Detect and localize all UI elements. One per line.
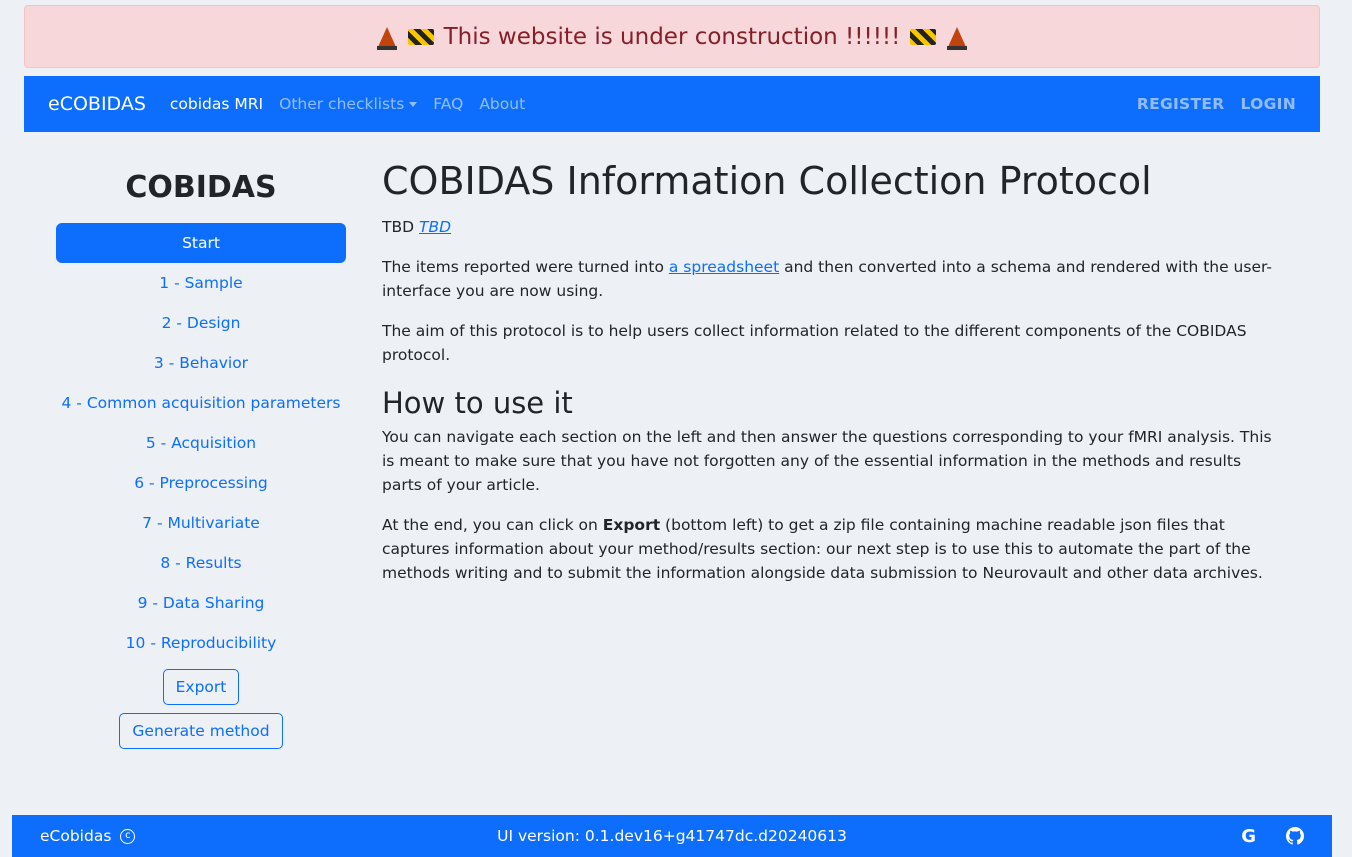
footer-brand-text: eCobidas [40,827,112,845]
nav-other-checklists-label: Other checklists [279,95,405,113]
google-icon[interactable]: G [1241,826,1256,847]
construction-banner: This website is under construction !!!!!… [24,5,1320,68]
chevron-down-icon [409,102,418,107]
navigate-paragraph: You can navigate each section on the lef… [382,428,1272,494]
nav-cobidas-mri[interactable]: cobidas MRI [170,95,263,113]
spreadsheet-link[interactable]: a spreadsheet [669,258,779,276]
main-content: COBIDAS Information Collection Protocol … [382,155,1282,601]
sidebar-item-reproducibility[interactable]: 10 - Reproducibility [56,623,346,663]
sidebar-item-design[interactable]: 2 - Design [56,303,346,343]
tbd-text: TBD [382,218,415,236]
ui-version: UI version: 0.1.dev16+g41747dc.d20240613 [497,827,847,845]
tbd-line: TBD TBD [382,215,1282,239]
top-navbar: eCOBIDAS cobidas MRI Other checklists FA… [24,76,1320,132]
sidebar-item-data-sharing[interactable]: 9 - Data Sharing [56,583,346,623]
footer: eCobidas c UI version: 0.1.dev16+g41747d… [12,815,1332,857]
brand-link[interactable]: eCOBIDAS [48,93,146,115]
sidebar-item-sample[interactable]: 1 - Sample [56,263,346,303]
construction-barrier-icon [910,28,937,45]
login-link[interactable]: LOGIN [1241,95,1296,113]
export-paragraph: At the end, you can click on Export (bot… [382,513,1282,585]
footer-brand: eCobidas c [40,827,136,845]
nav-other-checklists-dropdown[interactable]: Other checklists [279,95,418,113]
construction-barrier-icon [407,28,434,45]
sidebar-item-multivariate[interactable]: 7 - Multivariate [56,503,346,543]
aim-paragraph: The aim of this protocol is to help user… [382,322,1247,364]
sidebar-item-start[interactable]: Start [56,223,346,263]
intro-paragraph: The items reported were turned into a sp… [382,255,1282,303]
traffic-cone-icon [947,26,968,50]
export-button[interactable]: Export [162,669,240,705]
how-to-heading: How to use it [382,386,573,420]
sidebar: COBIDAS Start 1 - Sample 2 - Design 3 - … [56,170,346,749]
sidebar-item-acquisition[interactable]: 5 - Acquisition [56,423,346,463]
generate-method-button[interactable]: Generate method [119,713,283,749]
sidebar-item-preprocessing[interactable]: 6 - Preprocessing [56,463,346,503]
nav-about[interactable]: About [479,95,525,113]
sidebar-item-results[interactable]: 8 - Results [56,543,346,583]
page-title: COBIDAS Information Collection Protocol [382,159,1152,203]
auth-links: REGISTER LOGIN [1137,95,1296,113]
register-link[interactable]: REGISTER [1137,95,1225,113]
github-icon[interactable] [1286,827,1304,845]
sidebar-title: COBIDAS [125,170,277,205]
traffic-cone-icon [376,26,397,50]
tbd-link[interactable]: TBD [419,218,451,236]
intro-text-before: The items reported were turned into [382,258,669,276]
sidebar-item-behavior[interactable]: 3 - Behavior [56,343,346,383]
footer-icons: G [1241,826,1304,847]
sidebar-item-common-acquisition[interactable]: 4 - Common acquisition parameters [56,383,346,423]
banner-text: This website is under construction !!!!!… [443,23,901,50]
export-bold: Export [602,516,661,534]
nav-faq[interactable]: FAQ [433,95,463,113]
export-text-before: At the end, you can click on [382,516,603,534]
copyright-icon: c [120,829,136,844]
